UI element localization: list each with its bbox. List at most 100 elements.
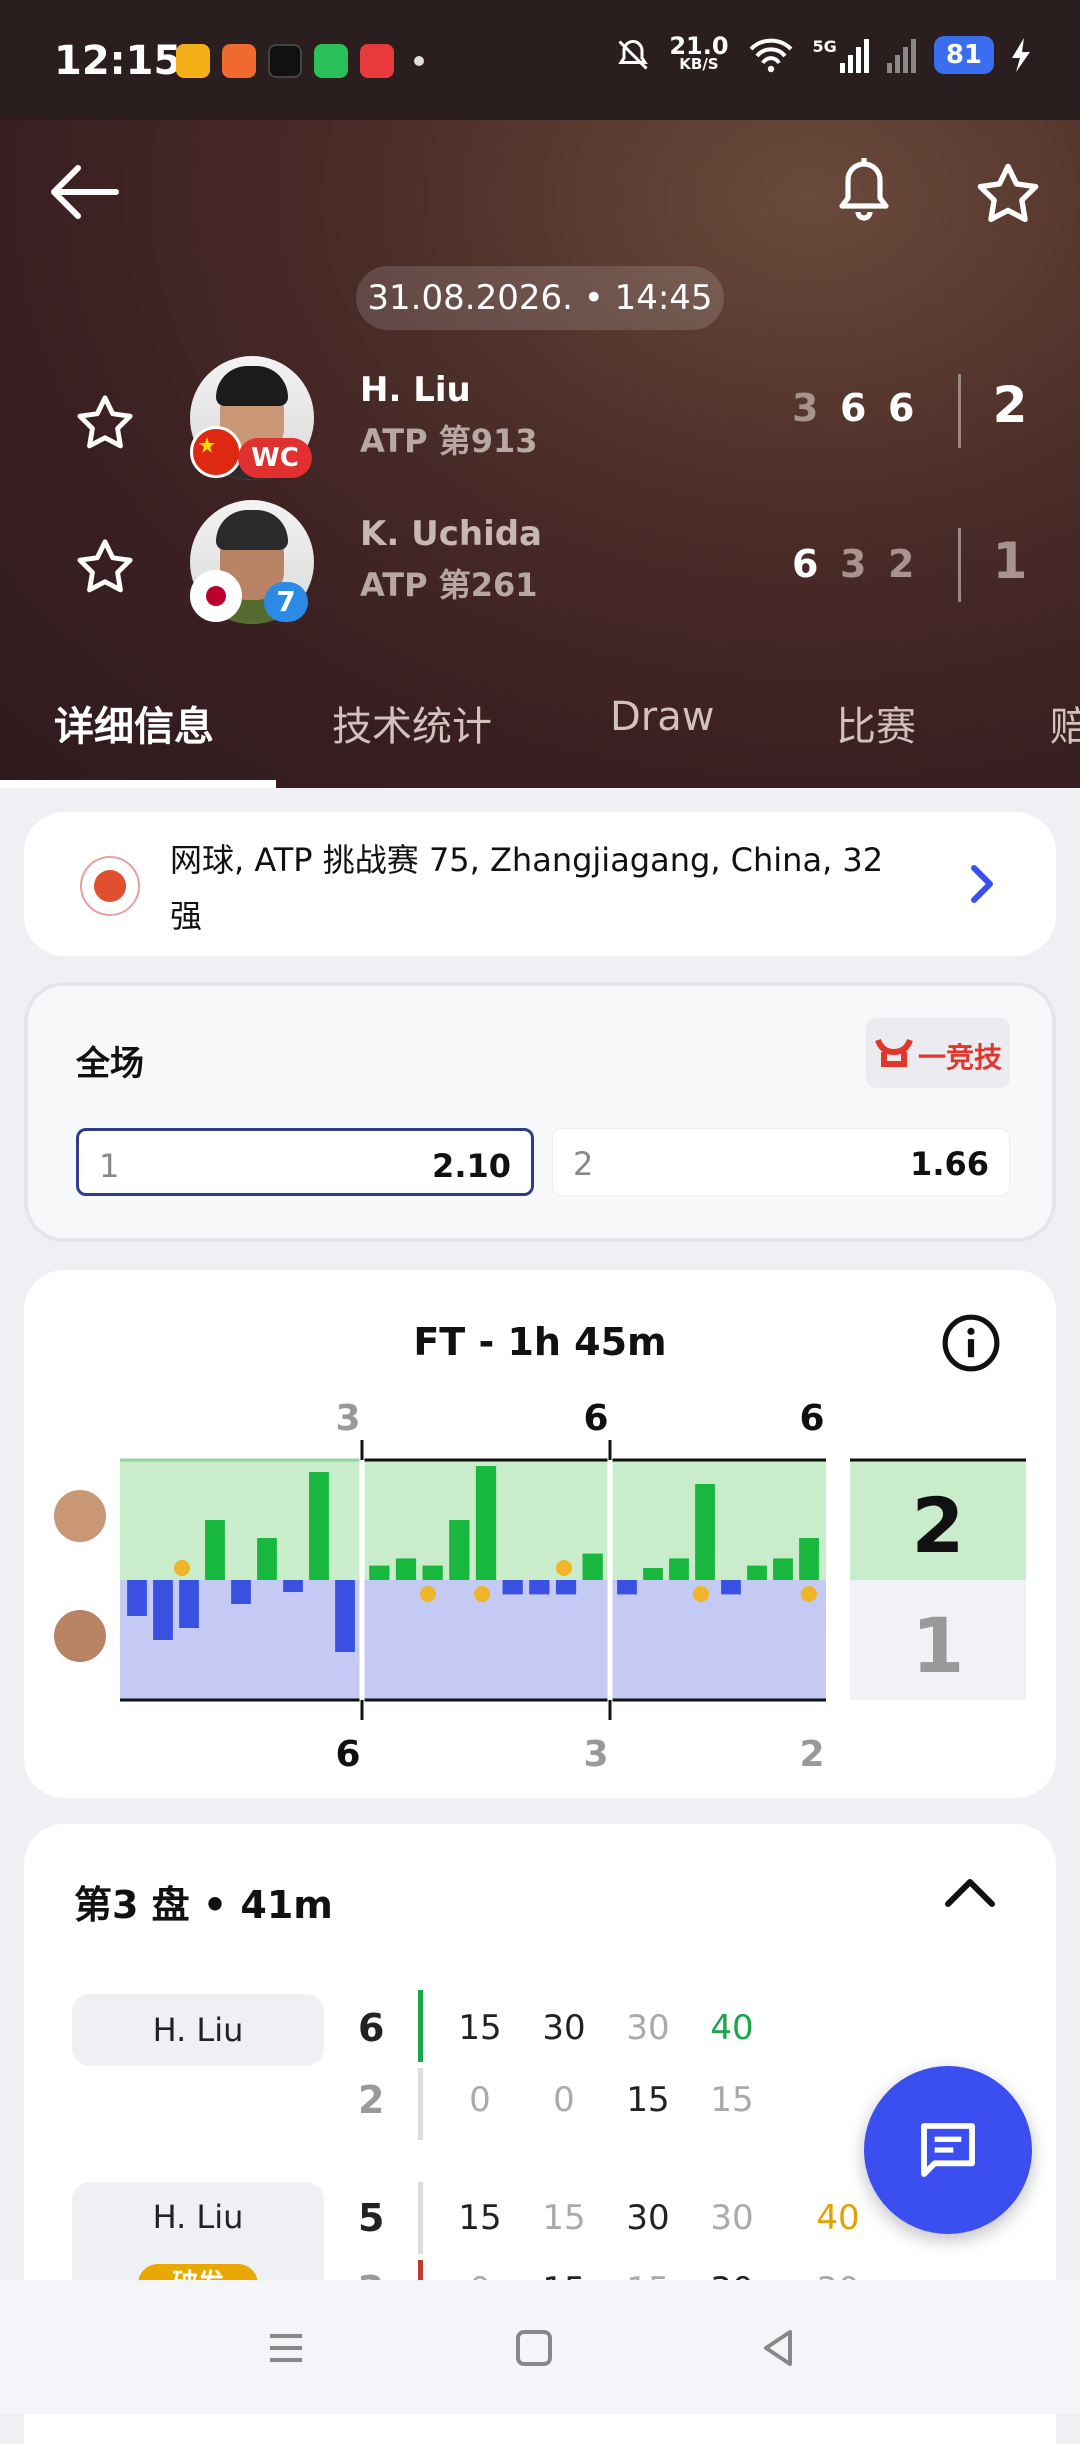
momentum-bar bbox=[179, 1580, 199, 1628]
set-score: 6 bbox=[792, 542, 819, 586]
set-score: 3 bbox=[840, 542, 867, 586]
bookmaker-logo[interactable]: 一竞技 bbox=[866, 1018, 1010, 1088]
point-score: 15 bbox=[458, 2198, 502, 2238]
odds-title: 全场 bbox=[76, 1044, 144, 1084]
set-score-bottom: 3 bbox=[583, 1734, 608, 1775]
odds-home[interactable]: 1 2.10 bbox=[76, 1128, 534, 1196]
momentum-bar bbox=[369, 1565, 390, 1580]
tab-matches[interactable]: 比赛 bbox=[836, 694, 916, 752]
break-marker-icon bbox=[556, 1560, 572, 1576]
menu-nav-icon[interactable] bbox=[266, 2328, 306, 2368]
game-bar-loser bbox=[418, 2068, 423, 2140]
momentum-bar bbox=[555, 1580, 577, 1595]
tournament-card[interactable]: 网球, ATP 挑战赛 75, Zhangjiagang, China, 32 … bbox=[24, 812, 1056, 956]
server-pill: H. Liu bbox=[72, 1994, 324, 2066]
china-flag-icon bbox=[190, 426, 242, 478]
game-bar-winner bbox=[418, 1990, 423, 2062]
break-marker-icon bbox=[474, 1586, 490, 1602]
p1-area bbox=[120, 1460, 826, 1580]
wildcard-badge: WC bbox=[238, 438, 312, 478]
player-total-sets: 1 bbox=[992, 532, 1028, 590]
break-marker-icon bbox=[693, 1586, 709, 1602]
favorite-star-icon[interactable] bbox=[976, 162, 1040, 224]
player-total-sets: 2 bbox=[992, 376, 1028, 434]
momentum-bar bbox=[799, 1538, 819, 1580]
set-score: 3 bbox=[792, 386, 819, 430]
player-rank: ATP 第913 bbox=[360, 422, 538, 460]
set-score-top: 6 bbox=[583, 1398, 608, 1439]
bell-icon[interactable] bbox=[838, 158, 890, 226]
break-marker-icon bbox=[801, 1586, 817, 1602]
player-favorite-star-icon[interactable] bbox=[76, 394, 134, 450]
chat-fab[interactable] bbox=[864, 2066, 1032, 2234]
momentum-bar bbox=[395, 1558, 417, 1580]
charging-icon bbox=[1012, 38, 1030, 72]
momentum-bar bbox=[643, 1568, 663, 1580]
total-sets-p2: 1 bbox=[912, 1601, 965, 1690]
momentum-bar bbox=[617, 1580, 637, 1595]
momentum-bar bbox=[205, 1520, 225, 1580]
odds-away[interactable]: 2 1.66 bbox=[552, 1128, 1010, 1196]
back-nav-icon[interactable] bbox=[758, 2328, 798, 2368]
match-header: 12:15 21.0 KB/S 5G 81 31.08.2026. • 14:4… bbox=[0, 0, 1080, 788]
tab-details[interactable]: 详细信息 bbox=[54, 694, 214, 752]
momentum-bar bbox=[773, 1558, 793, 1580]
weibo-icon bbox=[176, 44, 210, 78]
toutiao-icon bbox=[360, 44, 394, 78]
home-nav-icon[interactable] bbox=[514, 2328, 554, 2368]
point-score: 15 bbox=[710, 2080, 754, 2120]
point-score: 30 bbox=[542, 2008, 586, 2048]
set-score-top: 3 bbox=[335, 1398, 360, 1439]
tab-odds[interactable]: 赔 bbox=[1050, 694, 1080, 752]
momentum-bar bbox=[747, 1565, 767, 1580]
player-rank: ATP 第261 bbox=[360, 566, 538, 604]
break-marker-icon bbox=[174, 1560, 190, 1576]
momentum-bar bbox=[335, 1580, 355, 1652]
point-score: 40 bbox=[710, 2008, 754, 2048]
total-sets-p1: 2 bbox=[912, 1481, 965, 1570]
point-score: 30 bbox=[626, 2008, 670, 2048]
mute-icon bbox=[618, 39, 649, 70]
back-arrow-icon[interactable] bbox=[50, 164, 120, 220]
wifi-icon bbox=[749, 38, 792, 73]
momentum-bar bbox=[153, 1580, 173, 1640]
status-bar: 12:15 21.0 KB/S 5G 81 bbox=[0, 0, 1080, 120]
status-right: 21.0 KB/S 5G 81 bbox=[615, 34, 1032, 74]
mail-icon bbox=[222, 44, 256, 78]
momentum-bar bbox=[669, 1558, 689, 1580]
player-row-2[interactable]: 7 K. Uchida ATP 第261 6 3 2 1 bbox=[0, 500, 1080, 630]
set-score: 6 bbox=[888, 386, 915, 430]
chevron-right-icon[interactable] bbox=[970, 864, 994, 904]
player-name: H. Liu bbox=[360, 370, 471, 410]
point-score: 15 bbox=[626, 2080, 670, 2120]
set-score-bottom: 2 bbox=[799, 1734, 824, 1775]
set-score-bottom: 6 bbox=[335, 1734, 360, 1775]
player-set-scores: 3 6 6 bbox=[792, 386, 915, 430]
chevron-up-icon[interactable] bbox=[944, 1876, 996, 1908]
set-title: 第3 盘 • 41m bbox=[74, 1883, 333, 1927]
momentum-bar bbox=[502, 1580, 523, 1595]
momentum-bar bbox=[231, 1580, 251, 1604]
momentum-bar bbox=[127, 1580, 147, 1616]
point-score: 15 bbox=[542, 2198, 586, 2238]
point-score: 0 bbox=[553, 2080, 575, 2120]
battery-app-icon bbox=[314, 44, 348, 78]
player-row-1[interactable]: WC H. Liu ATP 第913 3 6 6 2 bbox=[0, 356, 1080, 486]
momentum-bar bbox=[475, 1466, 497, 1580]
break-marker-icon bbox=[420, 1586, 436, 1602]
point-score: 0 bbox=[469, 2080, 491, 2120]
game-score-top: 5 bbox=[358, 2196, 385, 2240]
tab-stats[interactable]: 技术统计 bbox=[332, 694, 492, 752]
momentum-bar bbox=[449, 1520, 470, 1580]
momentum-bar bbox=[582, 1553, 603, 1580]
more-notifications-icon bbox=[414, 56, 424, 66]
bull-icon bbox=[875, 1038, 913, 1067]
momentum-bar bbox=[283, 1580, 303, 1592]
tab-draw[interactable]: Draw bbox=[610, 694, 714, 740]
set-score: 6 bbox=[840, 386, 867, 430]
tournament-name: 网球, ATP 挑战赛 75, Zhangjiagang, China, 32 … bbox=[170, 841, 884, 935]
set-score-top: 6 bbox=[799, 1398, 824, 1439]
match-datetime: 31.08.2026. • 14:45 bbox=[356, 266, 724, 330]
player-favorite-star-icon[interactable] bbox=[76, 538, 134, 594]
momentum-bar bbox=[257, 1538, 277, 1580]
